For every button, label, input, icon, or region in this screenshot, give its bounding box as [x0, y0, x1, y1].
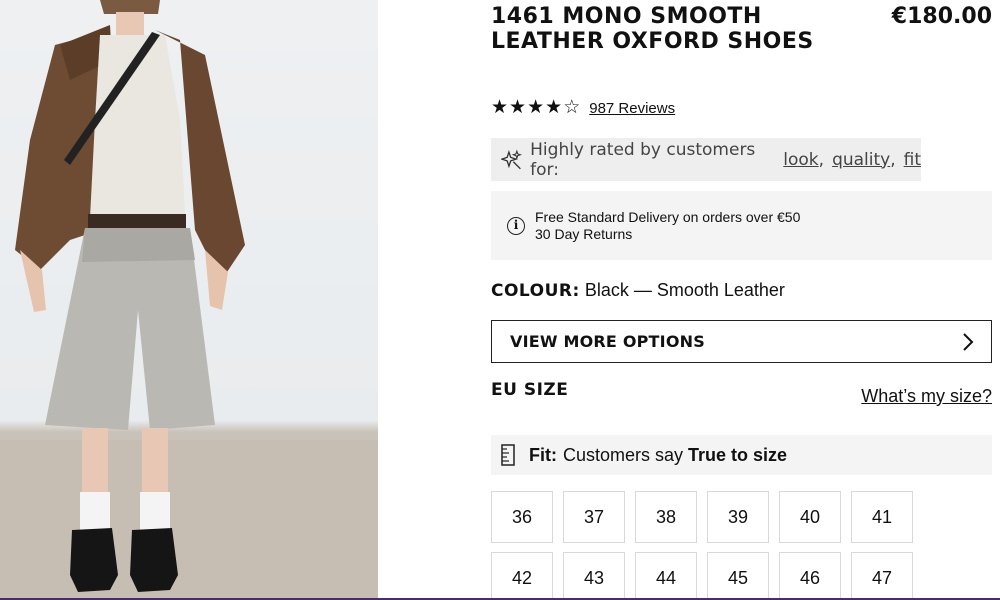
product-title: 1461 MONO SMOOTH LEATHER OXFORD SHOES	[491, 4, 814, 54]
colour-value: Black — Smooth Leather	[584, 280, 785, 300]
star-filled-icon: ★	[509, 97, 527, 118]
model-photo-illustration	[0, 0, 378, 600]
fit-value: True to size	[688, 444, 788, 465]
product-price: €180.00	[891, 4, 992, 29]
star-rating: ★ ★ ★ ★ ☆	[491, 98, 580, 118]
highlight-tag-quality[interactable]: quality	[832, 150, 890, 170]
size-option-40[interactable]: 40	[779, 491, 841, 543]
star-empty-icon: ☆	[563, 97, 581, 118]
size-grid: 36 37 38 39 40 41 42 43 44 45 46 47	[491, 491, 921, 600]
chevron-right-icon	[963, 332, 974, 351]
info-icon: i	[507, 216, 525, 235]
fit-label: Fit:	[529, 444, 557, 465]
size-option-45[interactable]: 45	[707, 552, 769, 600]
size-option-36[interactable]: 36	[491, 491, 553, 543]
size-option-39[interactable]: 39	[707, 491, 769, 543]
colour-row: COLOUR: Black — Smooth Leather	[491, 280, 785, 301]
product-info-panel: 1461 MONO SMOOTH LEATHER OXFORD SHOES €1…	[491, 0, 992, 600]
colour-label: COLOUR:	[491, 281, 580, 301]
size-guide-link[interactable]: What’s my size?	[861, 386, 992, 407]
size-option-38[interactable]: 38	[635, 491, 697, 543]
size-option-37[interactable]: 37	[563, 491, 625, 543]
highlight-tag-look[interactable]: look	[783, 150, 818, 170]
customer-highlights: Highly rated by customers for: look, qua…	[491, 138, 921, 181]
size-option-47[interactable]: 47	[851, 552, 913, 600]
product-image[interactable]	[0, 0, 378, 600]
star-filled-icon: ★	[545, 97, 563, 118]
reviews-link[interactable]: 987 Reviews	[589, 100, 675, 117]
size-option-43[interactable]: 43	[563, 552, 625, 600]
size-label: EU SIZE	[491, 380, 569, 400]
size-option-41[interactable]: 41	[851, 491, 913, 543]
view-more-options-button[interactable]: VIEW MORE OPTIONS	[491, 320, 992, 363]
returns-line: 30 Day Returns	[535, 225, 633, 242]
highlight-tag-fit[interactable]: fit	[904, 150, 921, 170]
size-option-42[interactable]: 42	[491, 552, 553, 600]
size-option-44[interactable]: 44	[635, 552, 697, 600]
sparkle-icon	[501, 149, 523, 169]
fit-info: Fit: Customers say True to size	[491, 435, 992, 475]
view-more-options-label: VIEW MORE OPTIONS	[510, 332, 705, 351]
star-filled-icon: ★	[527, 97, 545, 118]
star-filled-icon: ★	[491, 97, 509, 118]
rating-row: ★ ★ ★ ★ ☆ 987 Reviews	[491, 98, 675, 118]
size-option-46[interactable]: 46	[779, 552, 841, 600]
delivery-line: Free Standard Delivery on orders over €5…	[535, 208, 801, 225]
ruler-icon	[501, 444, 515, 466]
delivery-info: i Free Standard Delivery on orders over …	[491, 191, 992, 260]
fit-text: Customers say	[562, 444, 684, 465]
highlight-prefix: Highly rated by customers for:	[530, 139, 756, 180]
